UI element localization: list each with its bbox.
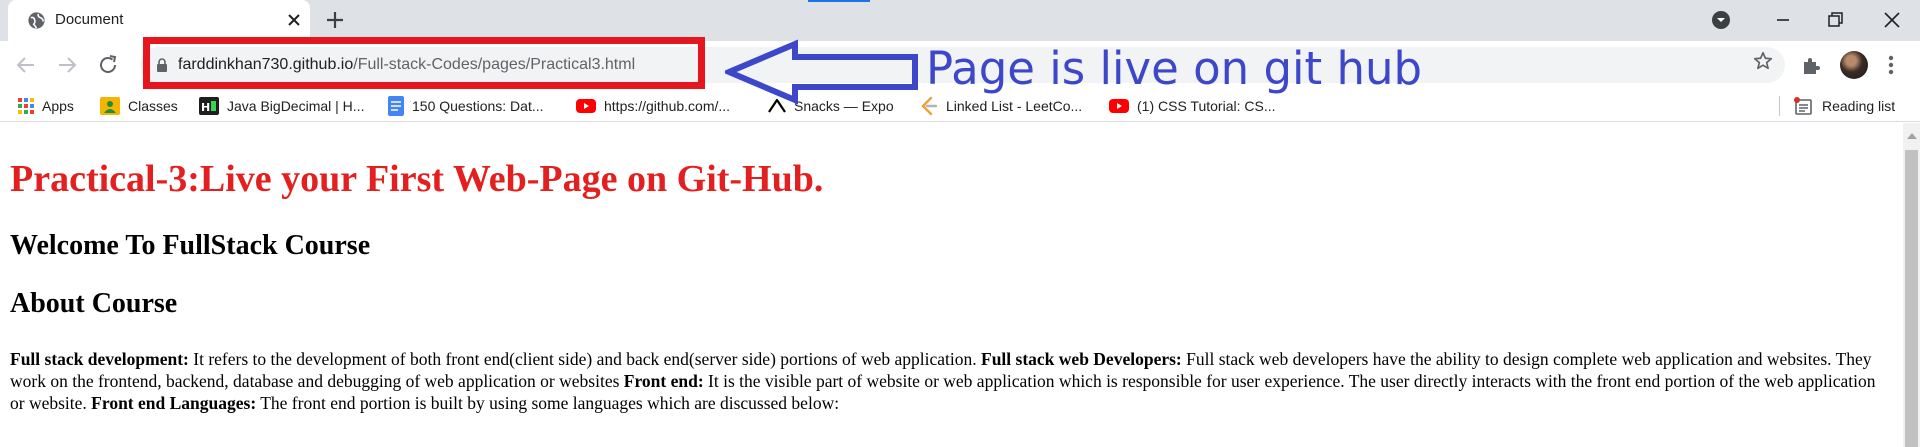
annotation-highlight-box	[143, 37, 705, 89]
tab-document[interactable]: Document	[8, 0, 310, 41]
bookmark-label: Apps	[42, 97, 74, 114]
tab-title: Document	[55, 11, 124, 28]
scrollbar-thumb[interactable]	[1905, 150, 1918, 447]
docs-icon	[388, 95, 404, 116]
bookmark-label: 150 Questions: Dat...	[412, 97, 544, 114]
about-course-heading: About Course	[10, 288, 178, 319]
kebab-menu-icon[interactable]	[1886, 53, 1896, 77]
extensions-puzzle-icon[interactable]	[1800, 53, 1824, 77]
close-icon[interactable]	[284, 10, 304, 30]
new-tab-plus-icon[interactable]	[324, 9, 346, 31]
reading-list-icon	[1794, 96, 1812, 115]
reading-list-button[interactable]: Reading list	[1794, 89, 1895, 122]
youtube-icon	[576, 98, 596, 113]
vertical-scrollbar[interactable]	[1903, 123, 1920, 447]
scroll-up-arrow-icon[interactable]	[1907, 133, 1917, 139]
term-full-stack-development: Full stack development:	[10, 349, 189, 369]
term-full-stack-developers: Full stack web Developers:	[981, 349, 1182, 369]
bookmark-apps[interactable]: Apps	[18, 89, 74, 122]
term-front-end-languages: Front end Languages:	[91, 393, 257, 413]
bookmark-label: Java BigDecimal | H...	[227, 97, 365, 114]
close-window-icon[interactable]	[1880, 8, 1904, 32]
youtube-icon	[1109, 98, 1129, 113]
bookmark-label: Classes	[128, 97, 178, 114]
bookmark-classes[interactable]: Classes	[100, 89, 178, 122]
bookmark-star-icon[interactable]	[1752, 50, 1774, 72]
hackerrank-icon: H	[199, 96, 219, 115]
bookmark-label: Linked List - LeetCo...	[946, 97, 1083, 114]
forward-arrow-icon[interactable]	[55, 53, 79, 77]
apps-grid-icon	[18, 97, 34, 114]
svg-text:H: H	[201, 101, 210, 114]
restore-icon[interactable]	[1823, 8, 1847, 32]
page-heading: Practical-3:Live your First Web-Page on …	[10, 158, 824, 200]
reading-list-label: Reading list	[1822, 97, 1896, 114]
course-paragraph: Full stack development: It refers to the…	[10, 348, 1890, 414]
definition-text: It refers to the development of both fro…	[188, 349, 981, 369]
term-front-end: Front end:	[623, 371, 704, 391]
page-content: Practical-3:Live your First Web-Page on …	[0, 123, 1903, 447]
annotation-text: Page is live on git hub	[926, 42, 1423, 95]
tab-strip: Document	[0, 0, 1920, 41]
leetcode-icon	[921, 96, 938, 115]
bookmarks-separator	[1779, 96, 1780, 116]
bookmark-github[interactable]: https://github.com/...	[576, 89, 730, 122]
classes-icon	[100, 96, 120, 115]
reload-icon[interactable]	[96, 53, 120, 77]
tab-search-icon[interactable]	[1709, 8, 1733, 32]
bookmark-label: https://github.com/...	[604, 97, 731, 114]
annotation-left-arrow-icon	[725, 39, 918, 105]
bookmark-label: (1) CSS Tutorial: CS...	[1137, 97, 1276, 114]
welcome-heading: Welcome To FullStack Course	[10, 230, 371, 261]
bookmark-150-questions[interactable]: 150 Questions: Dat...	[388, 89, 544, 122]
definition-text: The front end portion is built by using …	[256, 393, 840, 413]
profile-avatar[interactable]	[1840, 51, 1868, 79]
minimize-icon[interactable]	[1771, 8, 1795, 32]
tab-strip-accent	[808, 0, 870, 2]
back-arrow-icon[interactable]	[14, 53, 38, 77]
bookmark-java-bigdecimal[interactable]: H Java BigDecimal | H...	[199, 89, 364, 122]
globe-icon	[28, 12, 45, 29]
